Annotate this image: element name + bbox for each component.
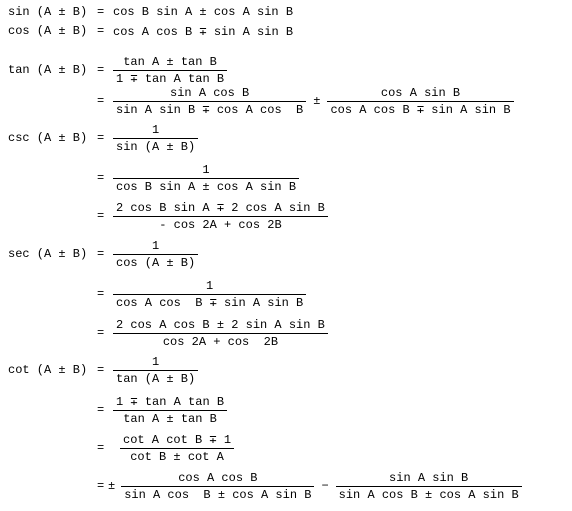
formula-rhs: 2 cos B sin A ∓ 2 cos A sin B- cos 2A + … bbox=[113, 200, 328, 232]
denominator: cos (A ± B) bbox=[113, 253, 199, 271]
formula-lhs: sec (A ± B) bbox=[8, 247, 88, 261]
denominator: cos A cos B ∓ sin A sin B bbox=[327, 100, 514, 118]
numerator: 1 bbox=[152, 122, 160, 137]
numerator: 1 ∓ tan A tan B bbox=[116, 394, 225, 409]
denominator: cos B sin A ± cos A sin B bbox=[113, 177, 300, 195]
formula-lhs: cos (A ± B) bbox=[8, 24, 88, 38]
numerator: 2 cos B sin A ∓ 2 cos A sin B bbox=[116, 200, 325, 215]
formula-row: = cot A cot B ∓ 1 cot B ± cot A bbox=[0, 432, 572, 464]
equals-sign: = bbox=[97, 326, 105, 340]
formula-lhs: cot (A ± B) bbox=[8, 363, 88, 377]
formula-text: cos B sin A ± cos A sin B bbox=[113, 5, 294, 19]
formula-row: sec (A ± B) = 1 cos (A ± B) bbox=[0, 238, 572, 270]
denominator: sin (A ± B) bbox=[113, 137, 199, 155]
numerator: 2 cos A cos B ± 2 sin A sin B bbox=[116, 317, 325, 332]
operator: ± bbox=[313, 94, 321, 108]
formula-row: sin (A ± B) = cos B sin A ± cos A sin B bbox=[0, 4, 572, 20]
fraction: sin A sin Bsin A cos B ± cos A sin B bbox=[335, 470, 522, 503]
formula-rhs: cot A cot B ∓ 1 cot B ± cot A bbox=[120, 432, 235, 465]
fraction: 1 sin (A ± B) bbox=[113, 122, 199, 155]
equals-sign: = bbox=[97, 403, 105, 417]
denominator: sin A cos B ± cos A sin B bbox=[121, 485, 315, 503]
equals-sign: = bbox=[97, 209, 105, 223]
equals-sign: = bbox=[97, 5, 105, 19]
equals-sign: = bbox=[97, 247, 105, 261]
fraction: 1 cos A cos B ∓ sin A sin B bbox=[113, 278, 307, 311]
denominator: cot B ± cot A bbox=[120, 447, 235, 465]
equals-sign: = bbox=[97, 287, 105, 301]
formula-rhs: cos B sin A ± cos A sin B bbox=[113, 4, 293, 20]
numerator: 1 bbox=[202, 162, 210, 177]
numerator: sin A cos B bbox=[170, 85, 250, 100]
denominator: sin A sin B ∓ cos A cos B bbox=[113, 100, 307, 118]
numerator: tan A ± tan B bbox=[123, 54, 217, 69]
fraction: 1 tan (A ± B) bbox=[113, 354, 199, 387]
formula-rhs: 1 cos A cos B ∓ sin A sin B bbox=[113, 278, 307, 311]
fraction: 1 cos (A ± B) bbox=[113, 238, 199, 271]
equals-sign: = bbox=[97, 131, 105, 145]
numerator: sin A sin B bbox=[389, 470, 469, 485]
plus-minus-sign: ± bbox=[108, 479, 116, 493]
formula-lhs: csc (A ± B) bbox=[8, 131, 88, 145]
formula-row: = 1 cos A cos B ∓ sin A sin B bbox=[0, 278, 572, 310]
equals-sign: = bbox=[97, 63, 105, 77]
numerator: 1 bbox=[152, 238, 160, 253]
formula-row: cot (A ± B) = 1 tan (A ± B) bbox=[0, 354, 572, 386]
fraction: tan A ± tan B1 ∓ tan A tan B bbox=[113, 54, 228, 87]
formula-rhs: 1 cos B sin A ± cos A sin B bbox=[113, 162, 300, 195]
formula-rhs: 1 tan (A ± B) bbox=[113, 354, 199, 387]
denominator: tan (A ± B) bbox=[113, 369, 199, 387]
equals-sign: = bbox=[97, 171, 105, 185]
denominator: - cos 2A + cos 2B bbox=[113, 215, 328, 233]
equals-sign: = bbox=[97, 479, 105, 493]
formula-lhs: sin (A ± B) bbox=[8, 5, 88, 19]
formula-row: cos (A ± B) = cos A cos B ∓ sin A sin B bbox=[0, 23, 572, 39]
formula-row: = 1 ∓ tan A tan Btan A ± tan B bbox=[0, 394, 572, 426]
formula-rhs: cos A cos B ∓ sin A sin B bbox=[113, 23, 293, 39]
formula-row: = 1 cos B sin A ± cos A sin B bbox=[0, 162, 572, 194]
denominator: cos 2A + cos 2B bbox=[113, 332, 328, 350]
denominator: cos A cos B ∓ sin A sin B bbox=[113, 293, 307, 311]
numerator: cos A sin B bbox=[380, 85, 461, 100]
formula-row: csc (A ± B) = 1 sin (A ± B) bbox=[0, 122, 572, 154]
fraction: cos A cos Bsin A cos B ± cos A sin B bbox=[121, 470, 315, 503]
formula-lhs: tan (A ± B) bbox=[8, 63, 88, 77]
numerator: 1 bbox=[152, 354, 160, 369]
equals-sign: = bbox=[97, 441, 105, 455]
fraction: cot A cot B ∓ 1 cot B ± cot A bbox=[120, 432, 235, 465]
formula-rhs: 2 cos A cos B ± 2 sin A sin Bcos 2A + co… bbox=[113, 317, 328, 349]
numerator: cos A cos B bbox=[178, 470, 258, 485]
formula-rhs: 1 cos (A ± B) bbox=[113, 238, 199, 271]
formula-rhs: ± cos A cos Bsin A cos B ± cos A sin B − si… bbox=[108, 470, 522, 502]
formula-rhs: tan A ± tan B1 ∓ tan A tan B bbox=[113, 54, 228, 87]
formula-row: = ± cos A cos Bsin A cos B ± cos A sin B − s… bbox=[0, 470, 572, 502]
fraction: 2 cos A cos B ± 2 sin A sin Bcos 2A + co… bbox=[113, 317, 328, 350]
fraction: sin A cos Bsin A sin B ∓ cos A cos B bbox=[113, 85, 307, 118]
formula-rhs: 1 sin (A ± B) bbox=[113, 122, 199, 155]
equals-sign: = bbox=[97, 94, 105, 108]
formula-rhs: sin A cos Bsin A sin B ∓ cos A cos B ± cos… bbox=[113, 85, 514, 117]
formula-row: = 2 cos A cos B ± 2 sin A sin Bcos 2A + c… bbox=[0, 317, 572, 349]
equals-sign: = bbox=[97, 24, 105, 38]
numerator: 1 bbox=[206, 278, 214, 293]
equals-sign: = bbox=[97, 363, 105, 377]
denominator: tan A ± tan B bbox=[113, 409, 228, 427]
numerator: cot A cot B ∓ 1 bbox=[123, 432, 232, 447]
fraction: 2 cos B sin A ∓ 2 cos A sin B- cos 2A + … bbox=[113, 200, 328, 233]
formula-row: = sin A cos Bsin A sin B ∓ cos A cos B ± co… bbox=[0, 85, 572, 117]
fraction: 1 cos B sin A ± cos A sin B bbox=[113, 162, 300, 195]
formula-text: cos A cos B ∓ sin A sin B bbox=[113, 24, 294, 39]
denominator: sin A cos B ± cos A sin B bbox=[335, 485, 522, 503]
formula-row: = 2 cos B sin A ∓ 2 cos A sin B- cos 2A +… bbox=[0, 200, 572, 232]
formula-row: tan (A ± B) = tan A ± tan B1 ∓ tan A tan B bbox=[0, 54, 572, 86]
fraction: 1 ∓ tan A tan Btan A ± tan B bbox=[113, 394, 228, 427]
formula-rhs: 1 ∓ tan A tan Btan A ± tan B bbox=[113, 394, 228, 427]
operator: − bbox=[321, 479, 329, 493]
fraction: cos A sin Bcos A cos B ∓ sin A sin B bbox=[327, 85, 514, 118]
